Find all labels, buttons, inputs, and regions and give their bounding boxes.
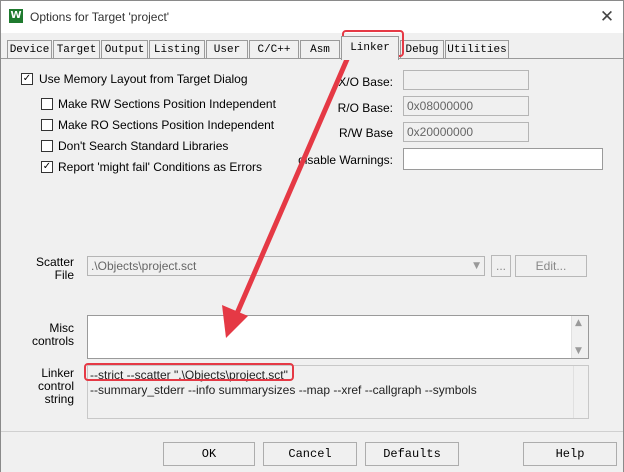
scroll-down-icon: ▼ [575,346,582,356]
cancel-button[interactable]: Cancel [263,442,357,466]
xo-base-label: X/O Base: [338,75,393,89]
tab-asm[interactable]: Asm [300,40,340,58]
ro-base-label: R/O Base: [337,101,393,115]
linker-control-label: Linker control string [21,367,74,406]
linker-control-line2: --summary_stderr --info summarysizes --m… [90,383,477,397]
close-icon[interactable]: ✕ [597,7,617,27]
tab-linker[interactable]: Linker [341,36,399,60]
edit-scatter-button[interactable]: Edit... [515,255,587,277]
make-ro-pi-label: Make RO Sections Position Independent [58,118,275,132]
make-ro-pi-checkbox[interactable] [41,119,53,131]
ok-button[interactable]: OK [163,442,255,466]
tab-listing[interactable]: Listing [149,40,205,58]
make-rw-pi-checkbox[interactable] [41,98,53,110]
browse-button[interactable]: ... [491,255,511,277]
scatter-file-combobox[interactable]: .\Objects\project.sct ▼ [87,256,485,276]
scatter-file-label: Scatter File [21,256,74,282]
linker-label-line3: string [44,392,74,406]
misc-label-line2: controls [31,334,74,348]
report-might-fail-checkbox[interactable]: ✓ [41,161,53,173]
disable-warnings-field[interactable] [403,148,603,170]
misc-controls-label: Misc controls [21,322,74,348]
title-bar: W Options for Target 'project' ✕ [1,1,623,33]
use-memory-layout-checkbox[interactable]: ✓ [21,73,33,85]
tab-output[interactable]: Output [101,40,148,58]
chevron-down-icon: ▼ [473,261,480,271]
linker-control-scrollbar[interactable] [573,366,588,418]
tab-utilities[interactable]: Utilities [445,40,509,58]
dialog-footer: OK Cancel Defaults Help [1,431,623,472]
use-memory-layout-label: Use Memory Layout from Target Dialog [39,72,248,86]
rw-base-label: R/W Base [338,126,393,140]
tab-c-cpp[interactable]: C/C++ [249,40,299,58]
dont-search-std-libs-label: Don't Search Standard Libraries [58,139,229,153]
misc-controls-textarea[interactable]: ▲ ▼ [87,315,589,359]
dont-search-std-libs-checkbox[interactable] [41,140,53,152]
report-might-fail-label: Report 'might fail' Conditions as Errors [58,160,262,174]
keil-app-icon: W [9,9,23,23]
tab-user[interactable]: User [206,40,248,58]
tab-target[interactable]: Target [53,40,100,58]
scatter-label-line2: File [54,268,74,282]
tab-strip: Device Target Output Listing User C/C++ … [1,33,623,60]
options-dialog: W Options for Target 'project' ✕ Device … [0,0,624,472]
misc-scrollbar[interactable]: ▲ ▼ [571,316,588,358]
rw-base-field[interactable]: 0x20000000 [403,122,529,142]
ro-base-field[interactable]: 0x08000000 [403,96,529,116]
window-title: Options for Target 'project' [30,10,170,24]
defaults-button[interactable]: Defaults [365,442,459,466]
help-button[interactable]: Help [523,442,617,466]
linker-control-string[interactable]: --strict --scatter ".\Objects\project.sc… [87,365,589,419]
scatter-file-value: .\Objects\project.sct [91,259,197,273]
make-rw-pi-label: Make RW Sections Position Independent [58,97,276,111]
xo-base-field[interactable] [403,70,529,90]
disable-warnings-label: disable Warnings: [298,153,393,167]
scroll-up-icon: ▲ [575,318,582,328]
tab-debug[interactable]: Debug [400,40,444,58]
linker-control-line1: --strict --scatter ".\Objects\project.sc… [90,368,288,382]
tab-device[interactable]: Device [7,40,52,58]
